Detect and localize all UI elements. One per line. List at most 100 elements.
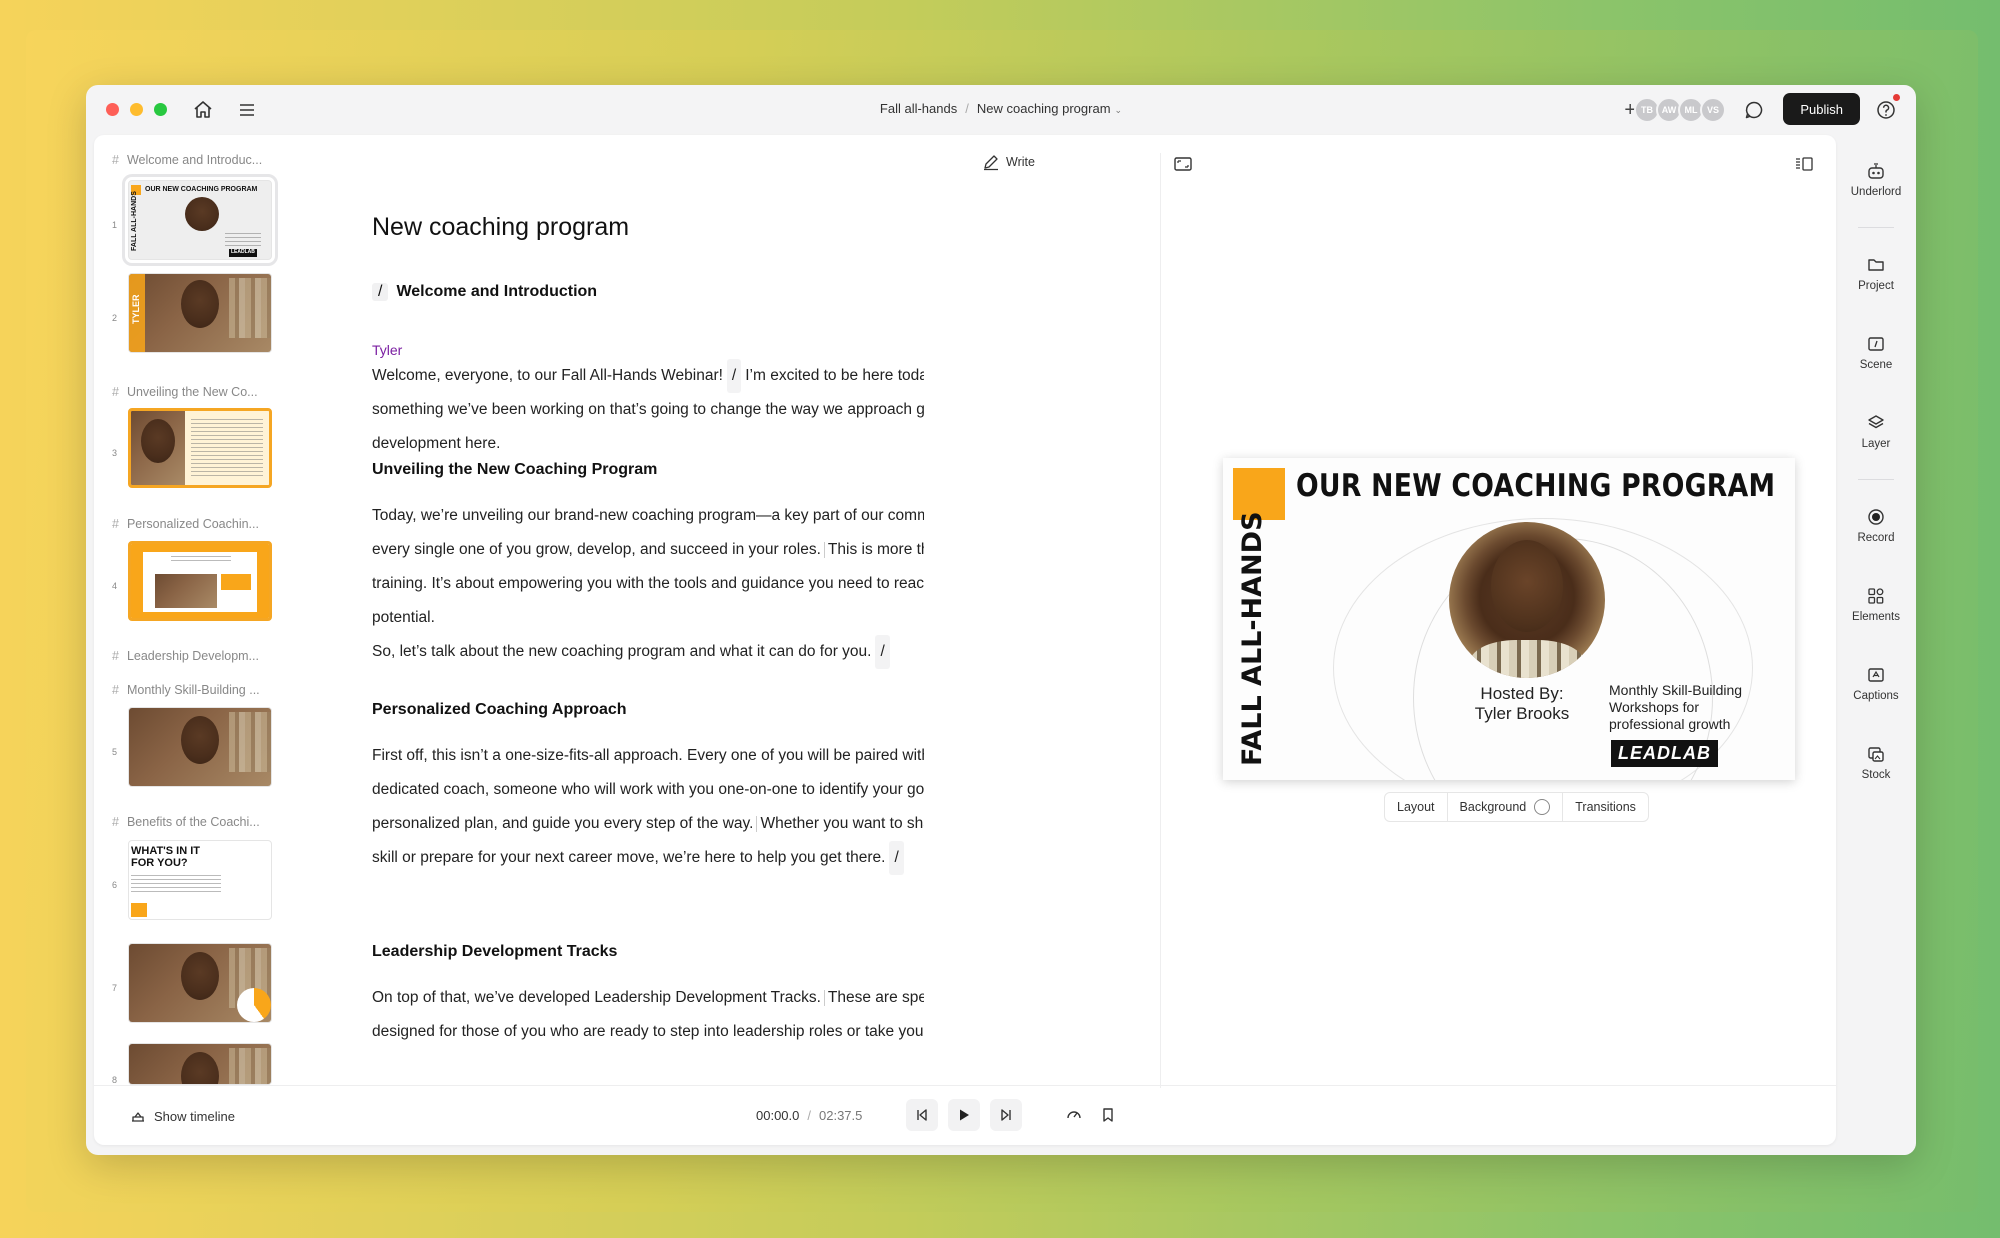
publish-button[interactable]: Publish: [1783, 93, 1860, 125]
leadlab-logo[interactable]: LEADLAB: [1611, 740, 1718, 767]
breadcrumb-project[interactable]: Fall all-hands: [880, 101, 957, 116]
hash-icon: #: [112, 385, 119, 399]
thumb-text-lines: [131, 875, 221, 895]
slide-preview[interactable]: OUR NEW COACHING PROGRAM FALL ALL-HANDS …: [1223, 458, 1795, 780]
host-face: [141, 419, 175, 463]
record-button[interactable]: Record: [1836, 507, 1916, 544]
paragraph-text: So, let’s talk about the new coaching pr…: [372, 643, 872, 660]
document-title[interactable]: New coaching program: [372, 213, 629, 242]
scene-button[interactable]: Scene: [1836, 334, 1916, 371]
scene-break-marker[interactable]: /: [889, 841, 904, 875]
scene-break-marker[interactable]: /: [875, 635, 890, 669]
help-icon[interactable]: [1874, 98, 1898, 122]
scene-break-marker[interactable]: /: [726, 359, 742, 393]
section-heading[interactable]: Unveiling the New Coaching Program: [372, 461, 657, 479]
scene-thumbnail-2[interactable]: TYLER: [128, 273, 272, 353]
panel-divider[interactable]: [1160, 153, 1161, 1088]
hash-icon: #: [112, 517, 119, 531]
thumb-name-text: TYLER: [131, 294, 141, 324]
skip-back-icon: [917, 1109, 927, 1121]
thumb-title: OUR NEW COACHING PROGRAM: [145, 186, 258, 193]
aspect-ratio-icon[interactable]: [1173, 155, 1193, 173]
clip-marker: [823, 541, 825, 558]
folder-icon: [1868, 259, 1884, 271]
elements-button[interactable]: Elements: [1836, 586, 1916, 623]
scene-header[interactable]: # Monthly Skill-Building ...: [112, 683, 260, 697]
app-window: Fall all-hands / New coaching program ⌄ + T…: [86, 85, 1916, 1155]
speaker-label[interactable]: Tyler: [372, 342, 402, 358]
script-paragraph[interactable]: On top of that, we’ve developed Leadersh…: [372, 981, 924, 1049]
script-paragraph[interactable]: So, let’s talk about the new coaching pr…: [372, 635, 924, 669]
stock-button[interactable]: Stock: [1836, 744, 1916, 781]
host-name: Tyler Brooks: [1474, 704, 1570, 723]
section-heading[interactable]: Personalized Coaching Approach: [372, 701, 627, 719]
layout-button[interactable]: Layout: [1385, 793, 1447, 821]
slide-vertical-text[interactable]: FALL ALL-HANDS: [1237, 511, 1268, 766]
thumb-vertical-text: FALL ALL-HANDS: [131, 191, 138, 251]
scene-header[interactable]: # Personalized Coachin...: [112, 517, 259, 531]
scene-number: 7: [112, 983, 118, 993]
playback-speed-button[interactable]: [1058, 1099, 1090, 1131]
scene-thumbnail-4[interactable]: [128, 541, 272, 621]
clip-marker: [756, 815, 758, 832]
slide-toolbar: Layout Background Transitions: [1384, 792, 1649, 822]
pen-icon: [984, 155, 998, 171]
scene-header[interactable]: # Benefits of the Coachi...: [112, 815, 260, 829]
scene-header-label: Leadership Developm...: [126, 649, 259, 663]
show-timeline-label: Show timeline: [154, 1108, 235, 1124]
scene-thumbnail-1[interactable]: OUR NEW COACHING PROGRAM FALL ALL-HANDS …: [122, 174, 278, 266]
scene-header[interactable]: # Welcome and Introduc...: [112, 153, 262, 167]
workshop-text[interactable]: Monthly Skill-Building Workshops for pro…: [1609, 682, 1759, 733]
scene-icon: [1868, 337, 1884, 351]
comment-icon[interactable]: [1742, 98, 1766, 122]
hosted-by-text[interactable]: Hosted By: Tyler Brooks: [1447, 684, 1597, 724]
skip-back-button[interactable]: [906, 1099, 938, 1131]
scene-thumbnail-3[interactable]: [128, 408, 272, 488]
host-photo: [185, 197, 219, 231]
scene-number: 2: [112, 313, 118, 323]
playback-time: 00:00.0 / 02:37.5: [756, 1108, 862, 1123]
script-paragraph[interactable]: Today, we’re unveiling our brand-new coa…: [372, 499, 924, 635]
chevron-down-icon[interactable]: ⌄: [1115, 105, 1123, 115]
show-timeline-button[interactable]: Show timeline: [130, 1108, 235, 1124]
script-paragraph[interactable]: First off, this isn’t a one-size-fits-al…: [372, 739, 924, 875]
bookmark-button[interactable]: [1092, 1099, 1124, 1131]
scene-thumbnail-6[interactable]: WHAT'S IN IT FOR YOU?: [128, 840, 272, 920]
hash-icon: #: [112, 815, 119, 829]
right-toolbar: Underlord Project Scene Layer Record Ele…: [1836, 135, 1916, 1145]
scene-break-marker[interactable]: /: [372, 283, 389, 301]
captions-button[interactable]: Captions: [1836, 665, 1916, 702]
bottom-divider: [94, 1085, 1836, 1086]
skip-forward-button[interactable]: [990, 1099, 1022, 1131]
script-editor[interactable]: New coaching program / Welcome and Introd…: [284, 135, 924, 1085]
color-swatch-icon: [1534, 799, 1551, 815]
rail-label: Scene: [1859, 359, 1893, 371]
avatar[interactable]: VS: [1700, 97, 1726, 123]
background-button[interactable]: Background: [1446, 793, 1563, 821]
skip-forward-icon: [1001, 1109, 1011, 1121]
hash-icon: #: [112, 153, 119, 167]
elements-icon: [1868, 588, 1884, 604]
project-button[interactable]: Project: [1836, 255, 1916, 292]
underlord-button[interactable]: Underlord: [1836, 161, 1916, 198]
section-heading[interactable]: Leadership Development Tracks: [372, 943, 617, 961]
breadcrumb-document[interactable]: New coaching program: [977, 101, 1111, 116]
section-heading[interactable]: / Welcome and Introduction: [372, 283, 597, 301]
scene-header[interactable]: # Unveiling the New Co...: [112, 385, 258, 399]
toggle-panel-icon[interactable]: [1794, 155, 1814, 173]
slide-title[interactable]: OUR NEW COACHING PROGRAM: [1296, 468, 1775, 504]
scene-thumbnail-7[interactable]: [128, 943, 272, 1023]
scene-thumbnail-8[interactable]: [128, 1043, 272, 1085]
host-portrait[interactable]: [1449, 522, 1605, 678]
layer-button[interactable]: Layer: [1836, 413, 1916, 450]
write-button[interactable]: Write: [982, 153, 1035, 171]
scene-header[interactable]: # Leadership Developm...: [112, 649, 259, 663]
script-paragraph[interactable]: Welcome, everyone, to our Fall All-Hands…: [372, 359, 924, 461]
play-button[interactable]: [948, 1099, 980, 1131]
scene-header-label: Personalized Coachin...: [126, 517, 259, 531]
thumb-text-lines: [225, 233, 261, 247]
transitions-button[interactable]: Transitions: [1562, 793, 1648, 821]
rail-label: Captions: [1853, 690, 1899, 702]
scene-thumbnail-5[interactable]: [128, 707, 272, 787]
bookshelf: [229, 712, 271, 772]
